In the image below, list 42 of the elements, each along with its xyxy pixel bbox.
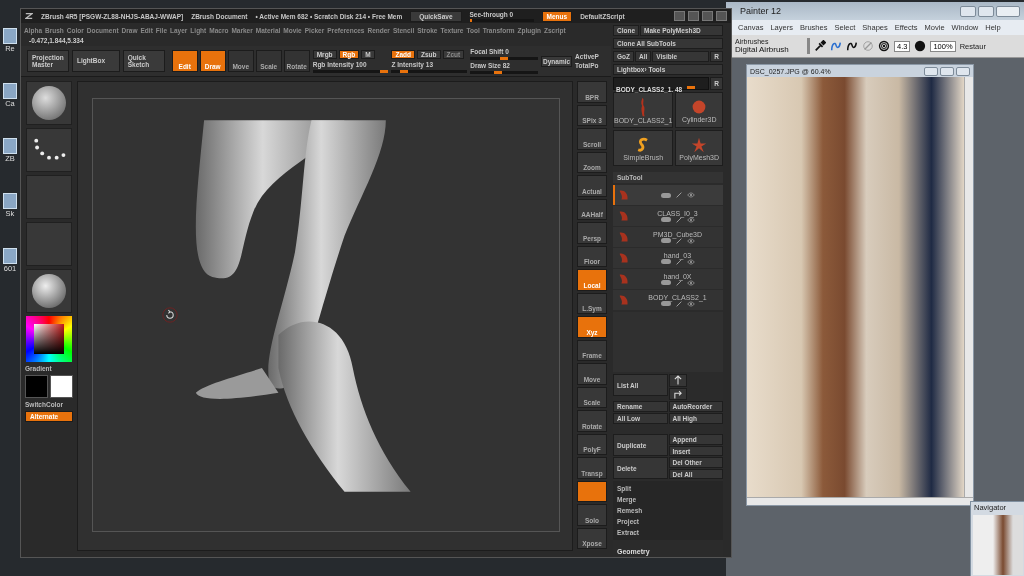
eye-icon[interactable] [686, 237, 695, 244]
eye-icon[interactable] [686, 258, 695, 265]
color-picker[interactable] [26, 316, 72, 362]
eye-icon[interactable] [686, 216, 695, 223]
figure-thumbnail-icon [640, 96, 647, 117]
eye-icon[interactable] [686, 279, 695, 286]
mesh-thumbnail-icon [617, 251, 631, 265]
opacity-icon [914, 40, 927, 52]
material-slot[interactable] [26, 269, 72, 313]
subtool-row[interactable] [613, 185, 723, 205]
toggle-icon[interactable] [660, 192, 671, 198]
close-button[interactable] [996, 5, 1020, 17]
preview-placeholder [973, 515, 1023, 575]
dropper-icon[interactable] [814, 40, 826, 52]
brush-size-icon [878, 40, 890, 52]
main-color-swatch[interactable] [25, 375, 48, 398]
close-button[interactable] [956, 66, 970, 76]
toggle-icon[interactable] [660, 259, 671, 264]
eye-icon[interactable] [686, 192, 695, 198]
horizontal-scrollbar[interactable] [747, 497, 973, 505]
vertical-scrollbar[interactable] [964, 77, 973, 497]
stroke-dots-icon [32, 137, 66, 163]
minimize-button[interactable] [924, 66, 938, 76]
toggle-icon[interactable] [660, 217, 671, 222]
secondary-color-swatch[interactable] [50, 375, 73, 398]
maximize-button[interactable] [940, 66, 954, 76]
window-title: Painter 12 [739, 6, 783, 16]
brush-slot[interactable] [26, 81, 72, 125]
brush-variant[interactable]: Digital Airbrush [735, 45, 805, 54]
eye-icon[interactable] [686, 300, 695, 307]
shelf-button[interactable] [577, 480, 607, 502]
arrow-up-icon[interactable] [668, 374, 687, 387]
arrow-up-right-icon[interactable] [668, 387, 687, 400]
toggle-icon[interactable] [660, 280, 671, 285]
stroke-icon[interactable] [846, 40, 858, 52]
minimize-button[interactable] [960, 5, 976, 17]
stroke-slot[interactable] [26, 128, 72, 172]
maximize-button[interactable] [978, 5, 994, 17]
app-logo-icon [25, 12, 33, 20]
rotate-cursor-icon [162, 307, 178, 323]
toggle-icon[interactable] [660, 238, 671, 243]
toggle-icon[interactable] [660, 301, 671, 306]
